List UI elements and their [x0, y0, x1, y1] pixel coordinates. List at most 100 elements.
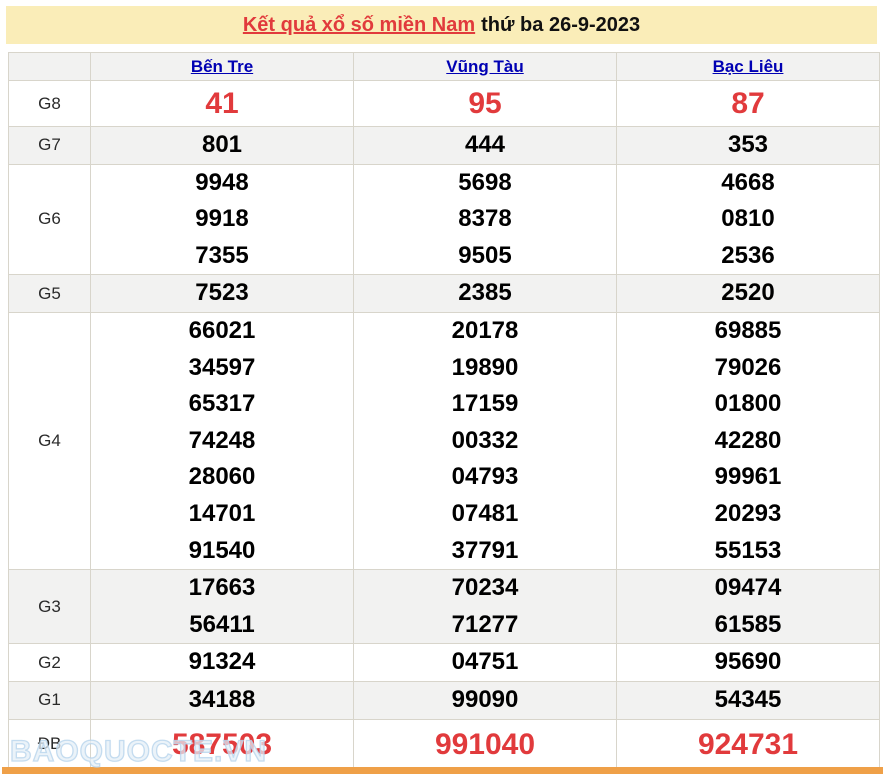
prize-label: G4 — [9, 312, 91, 569]
prize-cell: 7523 — [91, 275, 354, 313]
prize-number: 54345 — [617, 682, 879, 719]
prize-number: 74248 — [91, 423, 353, 460]
prize-number: 04751 — [354, 644, 616, 681]
prize-number: 34188 — [91, 682, 353, 719]
prize-cell: 991040 — [354, 719, 617, 769]
prize-number: 99961 — [617, 459, 879, 496]
prize-label: G2 — [9, 644, 91, 682]
prize-number: 7523 — [91, 275, 353, 312]
prize-number: 79026 — [617, 350, 879, 387]
prize-number: 991040 — [354, 720, 616, 769]
region-title-link[interactable]: Kết quả xổ số miền Nam — [243, 14, 475, 36]
prize-cell: 69885790260180042280999612029355153 — [617, 312, 880, 569]
province-link[interactable]: Bến Tre — [191, 57, 253, 76]
prize-row-3: G6994899187355569883789505466808102536 — [9, 164, 880, 275]
prize-number: 5698 — [354, 165, 616, 202]
province-link[interactable]: Bạc Liêu — [713, 57, 784, 76]
prize-cell: 87 — [617, 81, 880, 127]
prize-cell: 1766356411 — [91, 570, 354, 644]
prize-cell: 34188 — [91, 681, 354, 719]
prize-row-6: G3176635641170234712770947461585 — [9, 570, 880, 644]
prize-cell: 04751 — [354, 644, 617, 682]
prize-cell: 0947461585 — [617, 570, 880, 644]
prize-number: 99090 — [354, 682, 616, 719]
prize-cell: 924731 — [617, 719, 880, 769]
prize-label: G1 — [9, 681, 91, 719]
prize-number: 09474 — [617, 570, 879, 607]
prize-row-7: G2913240475195690 — [9, 644, 880, 682]
prize-cell: 466808102536 — [617, 164, 880, 275]
prize-cell: 801 — [91, 127, 354, 165]
prize-number: 19890 — [354, 350, 616, 387]
prize-cell: 569883789505 — [354, 164, 617, 275]
prize-number: 2536 — [617, 238, 879, 275]
prize-label: G5 — [9, 275, 91, 313]
prize-number: 87 — [617, 81, 879, 126]
prize-cell: 99090 — [354, 681, 617, 719]
prize-number: 56411 — [91, 607, 353, 644]
prize-number: 2520 — [617, 275, 879, 312]
prize-number: 9918 — [91, 201, 353, 238]
prize-number: 55153 — [617, 533, 879, 570]
prize-number: 353 — [617, 127, 879, 164]
prize-number: 9948 — [91, 165, 353, 202]
prize-cell: 587503 — [91, 719, 354, 769]
prize-number: 14701 — [91, 496, 353, 533]
prize-number: 95 — [354, 81, 616, 126]
prize-number: 69885 — [617, 313, 879, 350]
prize-cell: 994899187355 — [91, 164, 354, 275]
prize-row-9: ĐB587503991040924731 — [9, 719, 880, 769]
province-link[interactable]: Vũng Tàu — [446, 57, 523, 76]
page-title-bar: Kết quả xổ số miền Nam thứ ba 26-9-2023 — [6, 6, 877, 44]
prize-label: G7 — [9, 127, 91, 165]
prize-number: 42280 — [617, 423, 879, 460]
results-body: G8419587G7801444353G69948991873555698837… — [9, 81, 880, 770]
prize-row-8: G1341889909054345 — [9, 681, 880, 719]
prize-row-2: G7801444353 — [9, 127, 880, 165]
prize-number: 20178 — [354, 313, 616, 350]
prize-number: 924731 — [617, 720, 879, 769]
prize-cell: 54345 — [617, 681, 880, 719]
prize-cell: 444 — [354, 127, 617, 165]
column-header-2: Bạc Liêu — [617, 53, 880, 81]
prize-number: 9505 — [354, 238, 616, 275]
prize-row-4: G5752323852520 — [9, 275, 880, 313]
prize-cell: 2385 — [354, 275, 617, 313]
prize-number: 0810 — [617, 201, 879, 238]
prize-label: G3 — [9, 570, 91, 644]
prize-number: 7355 — [91, 238, 353, 275]
prize-row-1: G8419587 — [9, 81, 880, 127]
prize-number: 70234 — [354, 570, 616, 607]
prize-cell: 66021345976531774248280601470191540 — [91, 312, 354, 569]
prize-cell: 95 — [354, 81, 617, 127]
prize-cell: 20178198901715900332047930748137791 — [354, 312, 617, 569]
prize-number: 444 — [354, 127, 616, 164]
prize-number: 01800 — [617, 386, 879, 423]
prize-number: 04793 — [354, 459, 616, 496]
page-title: Kết quả xổ số miền Nam thứ ba 26-9-2023 — [243, 14, 640, 37]
prize-number: 95690 — [617, 644, 879, 681]
prize-number: 66021 — [91, 313, 353, 350]
column-header-1: Vũng Tàu — [354, 53, 617, 81]
prize-cell: 41 — [91, 81, 354, 127]
prize-cell: 91324 — [91, 644, 354, 682]
prize-number: 91540 — [91, 533, 353, 570]
prize-cell: 7023471277 — [354, 570, 617, 644]
prize-label: G6 — [9, 164, 91, 275]
prize-number: 37791 — [354, 533, 616, 570]
prize-label: G8 — [9, 81, 91, 127]
prize-number: 65317 — [91, 386, 353, 423]
bottom-orange-bar — [2, 767, 883, 774]
prize-number: 41 — [91, 81, 353, 126]
draw-date-text: thứ ba 26-9-2023 — [481, 14, 640, 36]
prize-number: 2385 — [354, 275, 616, 312]
prize-number: 91324 — [91, 644, 353, 681]
column-header-0: Bến Tre — [91, 53, 354, 81]
prize-row-5: G466021345976531774248280601470191540201… — [9, 312, 880, 569]
lottery-results-page: { "title": { "link_text": "Kết quả xổ số… — [0, 6, 883, 774]
prize-number: 587503 — [91, 720, 353, 769]
prize-number: 4668 — [617, 165, 879, 202]
column-header-row: Bến Tre Vũng Tàu Bạc Liêu — [9, 53, 880, 81]
prize-number: 34597 — [91, 350, 353, 387]
prize-number: 07481 — [354, 496, 616, 533]
